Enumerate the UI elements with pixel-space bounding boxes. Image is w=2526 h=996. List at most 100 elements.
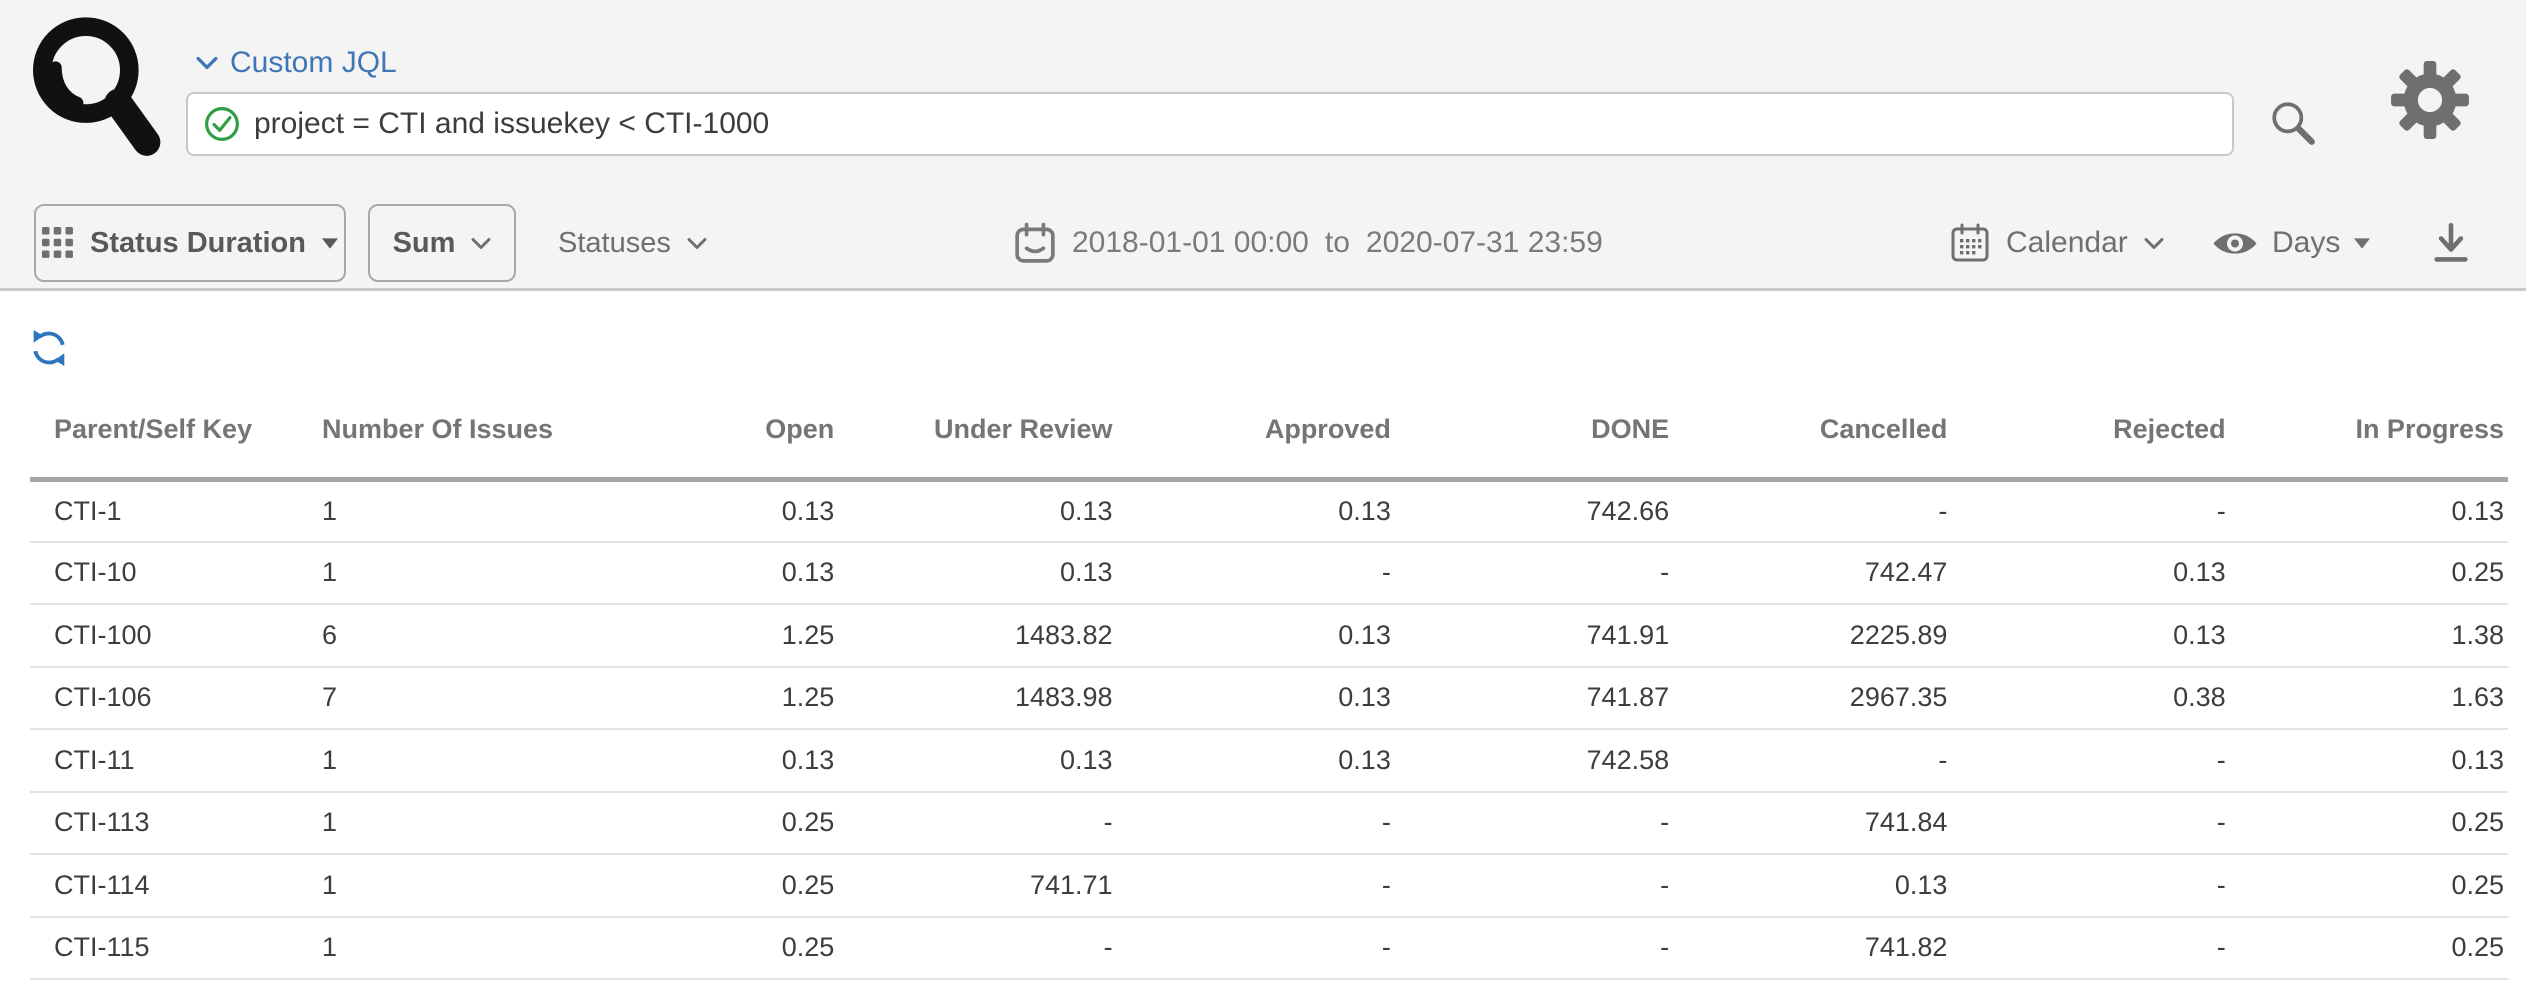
date-range-start: 2018-01-01 00:00 (1072, 226, 1309, 260)
value-cell: 741.82 (1673, 917, 1951, 980)
value-cell: 742.58 (1395, 729, 1673, 792)
value-cell: 1 (298, 479, 560, 542)
chevron-down-icon (2144, 237, 2164, 250)
value-cell: - (1395, 917, 1673, 980)
table-row: CTI-110.130.130.13742.66--0.13 (30, 479, 2508, 542)
value-cell: 1483.82 (838, 604, 1116, 667)
value-cell: 0.13 (2230, 729, 2508, 792)
column-header: Parent/Self Key (30, 393, 298, 479)
value-cell: 0.13 (838, 479, 1116, 542)
value-cell: 0.38 (1951, 667, 2229, 730)
report-type-button[interactable]: Status Duration (34, 204, 346, 282)
value-cell: 0.13 (2230, 479, 2508, 542)
calendar-icon (1014, 222, 1056, 264)
column-header: Approved (1117, 393, 1395, 479)
value-cell: 0.25 (2230, 854, 2508, 917)
value-cell: 6 (298, 604, 560, 667)
value-cell: 0.13 (1673, 854, 1951, 917)
value-cell: 1 (298, 542, 560, 605)
value-cell: - (1951, 729, 2229, 792)
value-cell: - (1117, 917, 1395, 980)
value-cell: 0.13 (560, 542, 838, 605)
status-duration-table: Parent/Self KeyNumber Of IssuesOpenUnder… (30, 393, 2508, 980)
refresh-icon[interactable] (30, 329, 68, 367)
value-cell: 7 (298, 667, 560, 730)
jql-query-box (186, 92, 2234, 156)
value-cell: 1.38 (2230, 604, 2508, 667)
value-cell: - (838, 917, 1116, 980)
chevron-down-icon (687, 237, 707, 250)
table-row: CTI-10061.251483.820.13741.912225.890.13… (30, 604, 2508, 667)
value-cell: 0.13 (838, 729, 1116, 792)
value-cell: - (1117, 792, 1395, 855)
value-cell: 741.71 (838, 854, 1116, 917)
value-cell: 0.13 (1951, 542, 2229, 605)
jql-query-input[interactable] (254, 107, 2216, 141)
statuses-dropdown[interactable]: Statuses (558, 204, 707, 282)
search-icon[interactable] (2268, 98, 2318, 148)
value-cell: - (1395, 542, 1673, 605)
value-cell: 1 (298, 729, 560, 792)
column-header: DONE (1395, 393, 1673, 479)
value-cell: - (1951, 854, 2229, 917)
value-cell: 0.13 (560, 479, 838, 542)
column-header: Rejected (1951, 393, 2229, 479)
settings-gear-icon[interactable] (2390, 60, 2470, 140)
value-cell: 1483.98 (838, 667, 1116, 730)
time-unit-dropdown[interactable]: Days (2212, 204, 2370, 282)
jql-valid-check-circle-icon (204, 106, 240, 142)
table-body: CTI-110.130.130.13742.66--0.13CTI-1010.1… (30, 479, 2508, 979)
value-cell: - (1951, 792, 2229, 855)
value-cell: 0.25 (2230, 917, 2508, 980)
value-cell: 741.91 (1395, 604, 1673, 667)
calendar-dropdown[interactable]: Calendar (1950, 204, 2164, 282)
date-range-picker[interactable]: 2018-01-01 00:00 to 2020-07-31 23:59 (1014, 204, 1603, 282)
value-cell: - (1117, 854, 1395, 917)
column-header: Under Review (838, 393, 1116, 479)
value-cell: 0.25 (2230, 792, 2508, 855)
issue-key-cell: CTI-1 (30, 479, 298, 542)
value-cell: 0.25 (560, 854, 838, 917)
chevron-down-icon (471, 237, 491, 250)
value-cell: - (1117, 542, 1395, 605)
toolbar: Status Duration Sum Statuses 2 (0, 202, 2526, 286)
table-row: CTI-11310.25---741.84-0.25 (30, 792, 2508, 855)
aggregation-button[interactable]: Sum (368, 204, 516, 282)
value-cell: - (1395, 792, 1673, 855)
value-cell: 0.13 (838, 542, 1116, 605)
value-cell: 741.84 (1673, 792, 1951, 855)
value-cell: - (838, 792, 1116, 855)
issue-key-cell: CTI-100 (30, 604, 298, 667)
value-cell: - (1673, 479, 1951, 542)
issue-key-cell: CTI-114 (30, 854, 298, 917)
value-cell: 1 (298, 792, 560, 855)
table-row: CTI-11510.25---741.82-0.25 (30, 917, 2508, 980)
value-cell: 1 (298, 854, 560, 917)
issue-key-cell: CTI-113 (30, 792, 298, 855)
date-range-separator: to (1325, 226, 1350, 260)
jql-mode-selector[interactable]: Custom JQL (196, 46, 397, 80)
value-cell: 0.13 (1117, 729, 1395, 792)
value-cell: 2225.89 (1673, 604, 1951, 667)
download-export-icon[interactable] (2430, 222, 2472, 266)
value-cell: 0.25 (560, 917, 838, 980)
caret-down-icon (2354, 238, 2370, 249)
chevron-down-icon (196, 56, 218, 70)
eye-icon (2212, 227, 2258, 260)
value-cell: 0.25 (560, 792, 838, 855)
time-unit-label: Days (2272, 226, 2340, 260)
issue-key-cell: CTI-106 (30, 667, 298, 730)
value-cell: 0.13 (1117, 479, 1395, 542)
app-header: Custom JQL (0, 0, 2526, 291)
jql-mode-label: Custom JQL (230, 46, 397, 80)
table-row: CTI-1110.130.130.13742.58--0.13 (30, 729, 2508, 792)
issue-key-cell: CTI-11 (30, 729, 298, 792)
value-cell: - (1951, 917, 2229, 980)
value-cell: - (1673, 729, 1951, 792)
calendar-label: Calendar (2006, 226, 2128, 260)
value-cell: 0.13 (1117, 604, 1395, 667)
value-cell: 1 (298, 917, 560, 980)
issue-key-cell: CTI-115 (30, 917, 298, 980)
column-header: Number Of Issues (298, 393, 560, 479)
value-cell: 1.25 (560, 667, 838, 730)
